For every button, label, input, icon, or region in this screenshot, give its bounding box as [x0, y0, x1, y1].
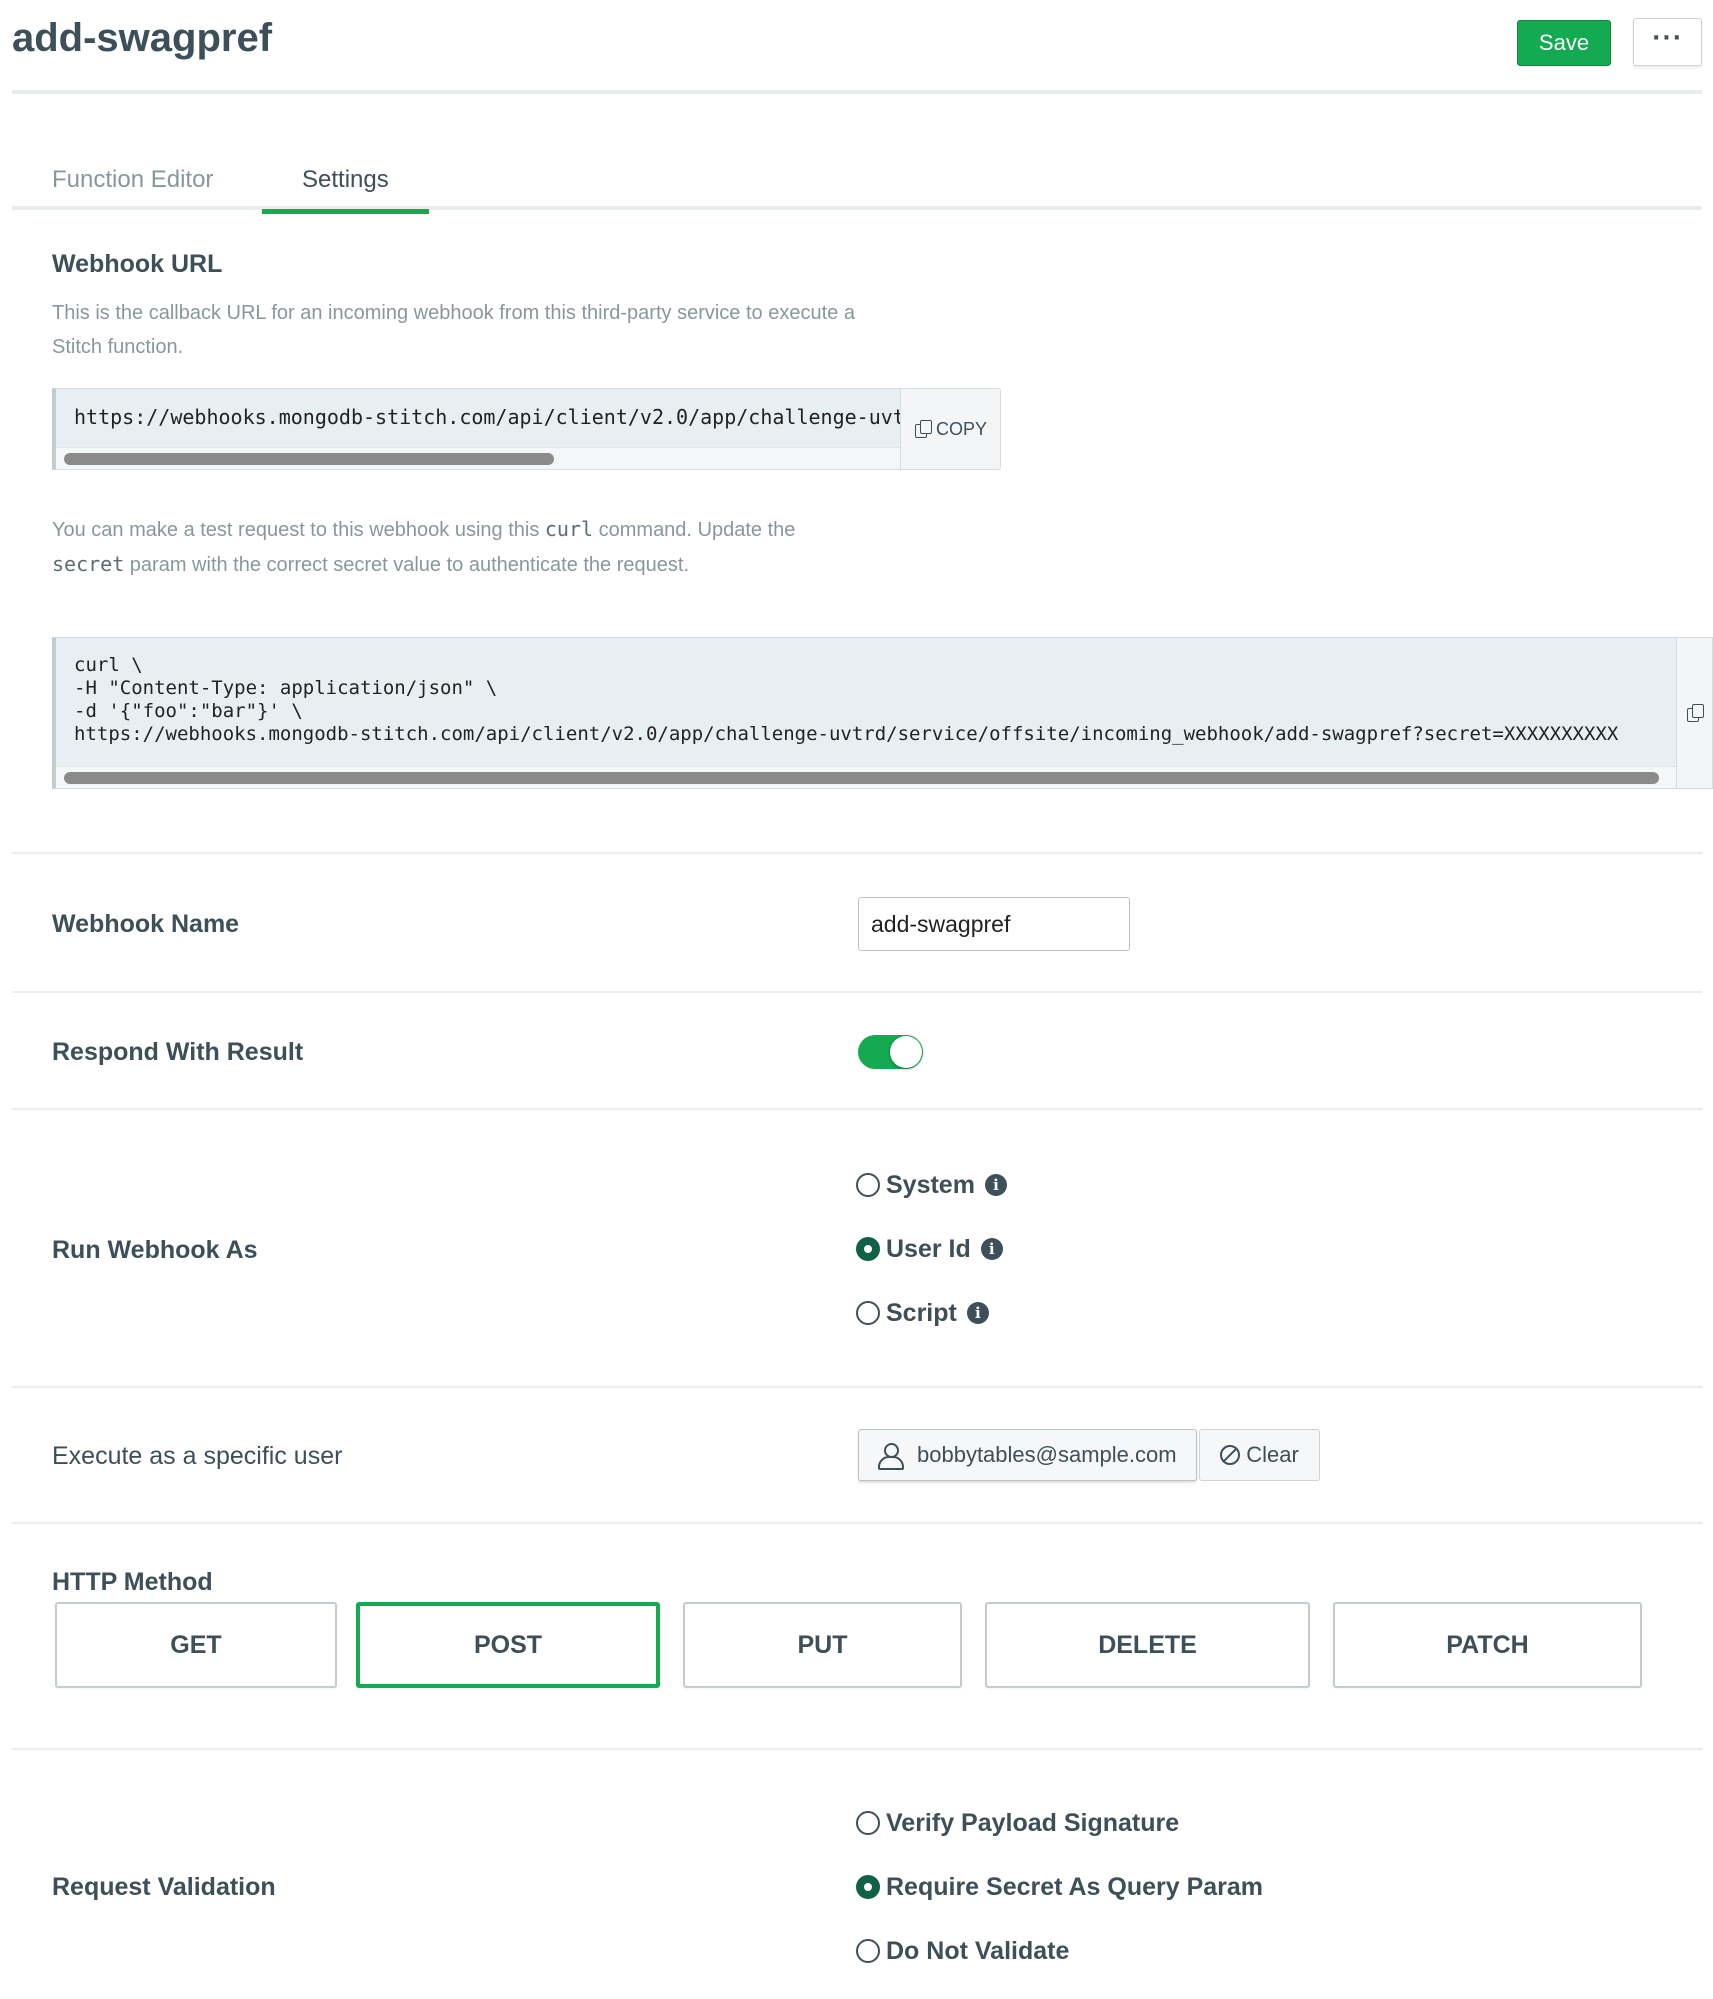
divider	[12, 1108, 1702, 1110]
run-as-script-label: Script	[886, 1298, 957, 1327]
curl-line: -d '{"foo":"bar"}' \	[74, 700, 303, 722]
divider	[12, 991, 1702, 993]
do-not-validate-option[interactable]: Do Not Validate	[856, 1934, 1069, 1968]
http-method-label: HTTP Method	[52, 1568, 213, 1596]
curl-instructions: You can make a test request to this webh…	[52, 512, 852, 582]
verify-payload-signature-option[interactable]: Verify Payload Signature	[856, 1806, 1179, 1840]
info-icon[interactable]: i	[980, 1238, 1003, 1260]
curl-scroll-thumb[interactable]	[64, 772, 1659, 784]
method-get-button[interactable]: GET	[55, 1602, 337, 1688]
curl-update-suffix: param with the correct secret value to a…	[124, 554, 689, 576]
clear-user-label: Clear	[1246, 1442, 1299, 1467]
secret-code-word: secret	[52, 552, 125, 576]
copy-icon	[914, 420, 932, 438]
webhook-url-heading: Webhook URL	[52, 250, 223, 278]
method-post-button[interactable]: POST	[356, 1602, 660, 1688]
webhook-url-field[interactable]: https://webhooks.mongodb-stitch.com/api/…	[52, 388, 901, 470]
selected-user-email: bobbytables@sample.com	[917, 1442, 1177, 1467]
radio-button[interactable]	[856, 1811, 880, 1835]
clear-user-button[interactable]: Clear	[1199, 1429, 1320, 1481]
select-user-button[interactable]: bobbytables@sample.com	[858, 1429, 1197, 1481]
curl-code-word: curl	[544, 517, 594, 541]
radio-button[interactable]	[856, 1875, 880, 1899]
curl-command-text: curl \ -H "Content-Type: application/json…	[74, 654, 1618, 746]
curl-update-text: Update the	[697, 519, 796, 541]
copy-icon	[1686, 704, 1704, 722]
page-header: add-swagpref Save ···	[12, 0, 1702, 94]
divider	[12, 1522, 1702, 1524]
curl-scrollbar[interactable]	[56, 766, 1678, 788]
info-icon[interactable]: i	[966, 1302, 989, 1324]
divider	[12, 1748, 1702, 1750]
toggle-knob	[890, 1036, 922, 1068]
respond-with-result-toggle[interactable]	[858, 1035, 923, 1069]
webhook-name-label: Webhook Name	[52, 910, 240, 938]
user-icon	[877, 1442, 904, 1470]
save-button[interactable]: Save	[1517, 20, 1611, 66]
run-as-user-id-label: User Id	[886, 1234, 971, 1263]
curl-line: curl \	[74, 654, 143, 676]
curl-intro-suffix: command.	[593, 519, 692, 541]
page-title: add-swagpref	[12, 16, 273, 60]
tab-function-editor[interactable]: Function Editor	[12, 162, 253, 210]
require-secret-option[interactable]: Require Secret As Query Param	[856, 1870, 1263, 1904]
copy-url-label: COPY	[935, 418, 987, 439]
radio-button[interactable]	[856, 1173, 880, 1197]
curl-intro-text: You can make a test request to this webh…	[52, 519, 545, 541]
info-icon[interactable]: i	[984, 1174, 1007, 1196]
radio-button[interactable]	[856, 1237, 880, 1261]
ban-icon	[1220, 1445, 1241, 1465]
webhook-url-description: This is the callback URL for an incoming…	[52, 302, 855, 358]
request-validation-label: Request Validation	[52, 1873, 276, 1901]
curl-line: https://webhooks.mongodb-stitch.com/api/…	[74, 723, 1619, 745]
verify-payload-signature-label: Verify Payload Signature	[886, 1808, 1180, 1837]
webhook-url-text: https://webhooks.mongodb-stitch.com/api/…	[74, 405, 900, 429]
tab-settings[interactable]: Settings	[262, 162, 429, 214]
webhook-name-input[interactable]	[858, 897, 1130, 951]
tab-bar: Function Editor Settings	[12, 140, 1702, 214]
run-as-user-id-option[interactable]: User Id i	[856, 1232, 1003, 1266]
divider	[12, 1386, 1702, 1388]
run-webhook-as-label: Run Webhook As	[52, 1236, 258, 1264]
webhook-url-scrollbar[interactable]	[56, 447, 900, 469]
copy-url-button[interactable]: COPY	[900, 388, 1001, 470]
respond-with-result-label: Respond With Result	[52, 1038, 304, 1066]
method-patch-button[interactable]: PATCH	[1333, 1602, 1642, 1688]
run-as-script-option[interactable]: Script i	[856, 1296, 989, 1330]
curl-line: -H "Content-Type: application/json" \	[74, 677, 498, 699]
webhook-url-scroll-thumb[interactable]	[64, 453, 554, 465]
require-secret-label: Require Secret As Query Param	[886, 1872, 1264, 1901]
radio-button[interactable]	[856, 1939, 880, 1963]
run-as-system-label: System	[886, 1170, 975, 1199]
more-options-button[interactable]: ···	[1633, 18, 1702, 66]
method-put-button[interactable]: PUT	[683, 1602, 962, 1688]
divider	[12, 852, 1702, 854]
curl-command-block[interactable]: curl \ -H "Content-Type: application/json…	[52, 637, 1679, 789]
webhook-settings-page: add-swagpref Save ··· Function Editor Se…	[0, 0, 1713, 1999]
execute-as-user-label: Execute as a specific user	[52, 1442, 343, 1470]
run-as-system-option[interactable]: System i	[856, 1168, 1007, 1202]
radio-button[interactable]	[856, 1301, 880, 1325]
do-not-validate-label: Do Not Validate	[886, 1936, 1070, 1965]
copy-curl-button[interactable]	[1676, 637, 1713, 789]
method-delete-button[interactable]: DELETE	[985, 1602, 1310, 1688]
